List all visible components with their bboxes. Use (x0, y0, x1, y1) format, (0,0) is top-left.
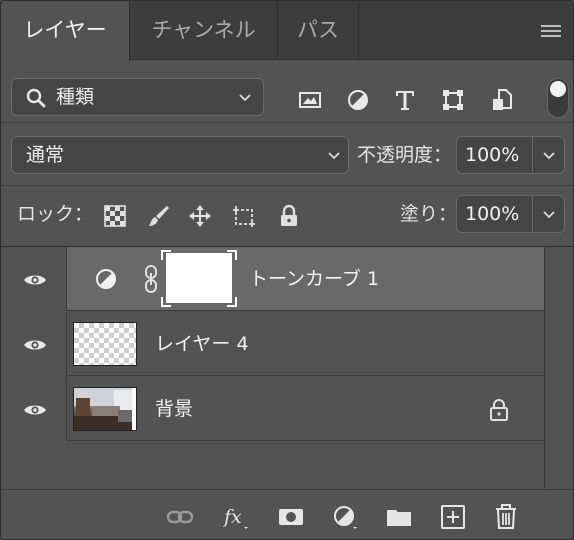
add-mask-icon[interactable] (278, 504, 304, 530)
lock-all-icon[interactable] (277, 204, 301, 228)
link-layers-icon[interactable] (167, 504, 193, 530)
filter-kind-label: 種類 (56, 86, 95, 108)
panel-menu-icon[interactable] (541, 25, 561, 39)
adjustment-layer-icon[interactable] (332, 504, 358, 530)
lock-row: ロック： 塗り： 100% (1, 187, 573, 247)
visibility-cell (1, 377, 67, 441)
layers-panel: レイヤー チャンネル パス 種類 通常 不透明度： 100% ロック： 塗り： … (0, 0, 574, 540)
bottom-toolbar: fx (1, 489, 573, 539)
eye-icon[interactable] (23, 273, 47, 287)
chevron-down-icon (239, 94, 251, 102)
type-filter-icon[interactable] (393, 88, 417, 112)
layer-row-background[interactable]: 背景 (1, 377, 544, 441)
layer-thumbnail (73, 322, 137, 366)
lock-transparent-pixels-icon[interactable] (103, 204, 127, 228)
room-photo-image (74, 388, 136, 430)
search-icon (26, 88, 46, 108)
filter-row: 種類 (1, 60, 573, 123)
fill-field[interactable]: 100% (456, 195, 533, 233)
lock-image-pixels-icon[interactable] (147, 204, 171, 228)
layer-lock-icon[interactable] (489, 399, 509, 421)
layers-list: トーンカーブ 1 レイヤー 4 背景 (1, 247, 544, 489)
visibility-cell (1, 247, 67, 311)
opacity-value: 100% (465, 144, 520, 166)
blend-mode-label: 通常 (26, 144, 65, 166)
layer-row-tone-curve[interactable]: トーンカーブ 1 (1, 247, 544, 311)
lock-artboard-icon[interactable] (232, 204, 256, 228)
blend-row: 通常 不透明度： 100% (1, 124, 573, 186)
tab-layers[interactable]: レイヤー (1, 1, 130, 61)
lock-position-icon[interactable] (188, 204, 212, 228)
filter-kind-select[interactable]: 種類 (11, 78, 264, 116)
visibility-cell (1, 312, 67, 376)
blend-mode-select[interactable]: 通常 (11, 136, 349, 174)
layer-name[interactable]: トーンカーブ 1 (249, 247, 379, 311)
filter-toggle[interactable] (547, 78, 569, 118)
fill-dropdown[interactable] (533, 195, 565, 233)
fill-value: 100% (465, 203, 520, 225)
shape-filter-icon[interactable] (441, 88, 465, 112)
smart-object-filter-icon[interactable] (490, 88, 514, 112)
layer-thumbnail (73, 387, 137, 431)
tab-bar: レイヤー チャンネル パス (1, 1, 573, 61)
opacity-field[interactable]: 100% (456, 136, 533, 174)
lock-label: ロック： (17, 203, 94, 225)
layer-name[interactable]: レイヤー 4 (155, 312, 249, 376)
svg-text:fx: fx (223, 506, 242, 528)
image-filter-icon[interactable] (298, 88, 322, 112)
chevron-down-icon (543, 152, 555, 160)
opacity-label: 不透明度： (357, 144, 453, 166)
trash-icon[interactable] (493, 504, 519, 530)
tab-channels[interactable]: チャンネル (130, 1, 278, 60)
eye-icon[interactable] (23, 338, 47, 352)
eye-icon[interactable] (23, 403, 47, 417)
opacity-dropdown[interactable] (533, 136, 565, 174)
chevron-down-icon (543, 211, 555, 219)
chevron-down-icon (328, 152, 340, 160)
mask-link-icon[interactable] (144, 264, 158, 294)
layer-mask-thumbnail[interactable] (166, 253, 232, 303)
new-layer-icon[interactable] (440, 504, 466, 530)
tab-paths[interactable]: パス (278, 1, 359, 60)
fill-label: 塗り： (400, 203, 458, 225)
group-folder-icon[interactable] (386, 504, 412, 530)
layer-name[interactable]: 背景 (155, 377, 193, 441)
layers-scrollbar[interactable] (544, 247, 573, 489)
layer-row-layer-4[interactable]: レイヤー 4 (1, 312, 544, 376)
adjustment-filter-icon[interactable] (346, 88, 370, 112)
adjustment-layer-icon (96, 269, 116, 289)
fx-icon[interactable]: fx (223, 504, 249, 530)
